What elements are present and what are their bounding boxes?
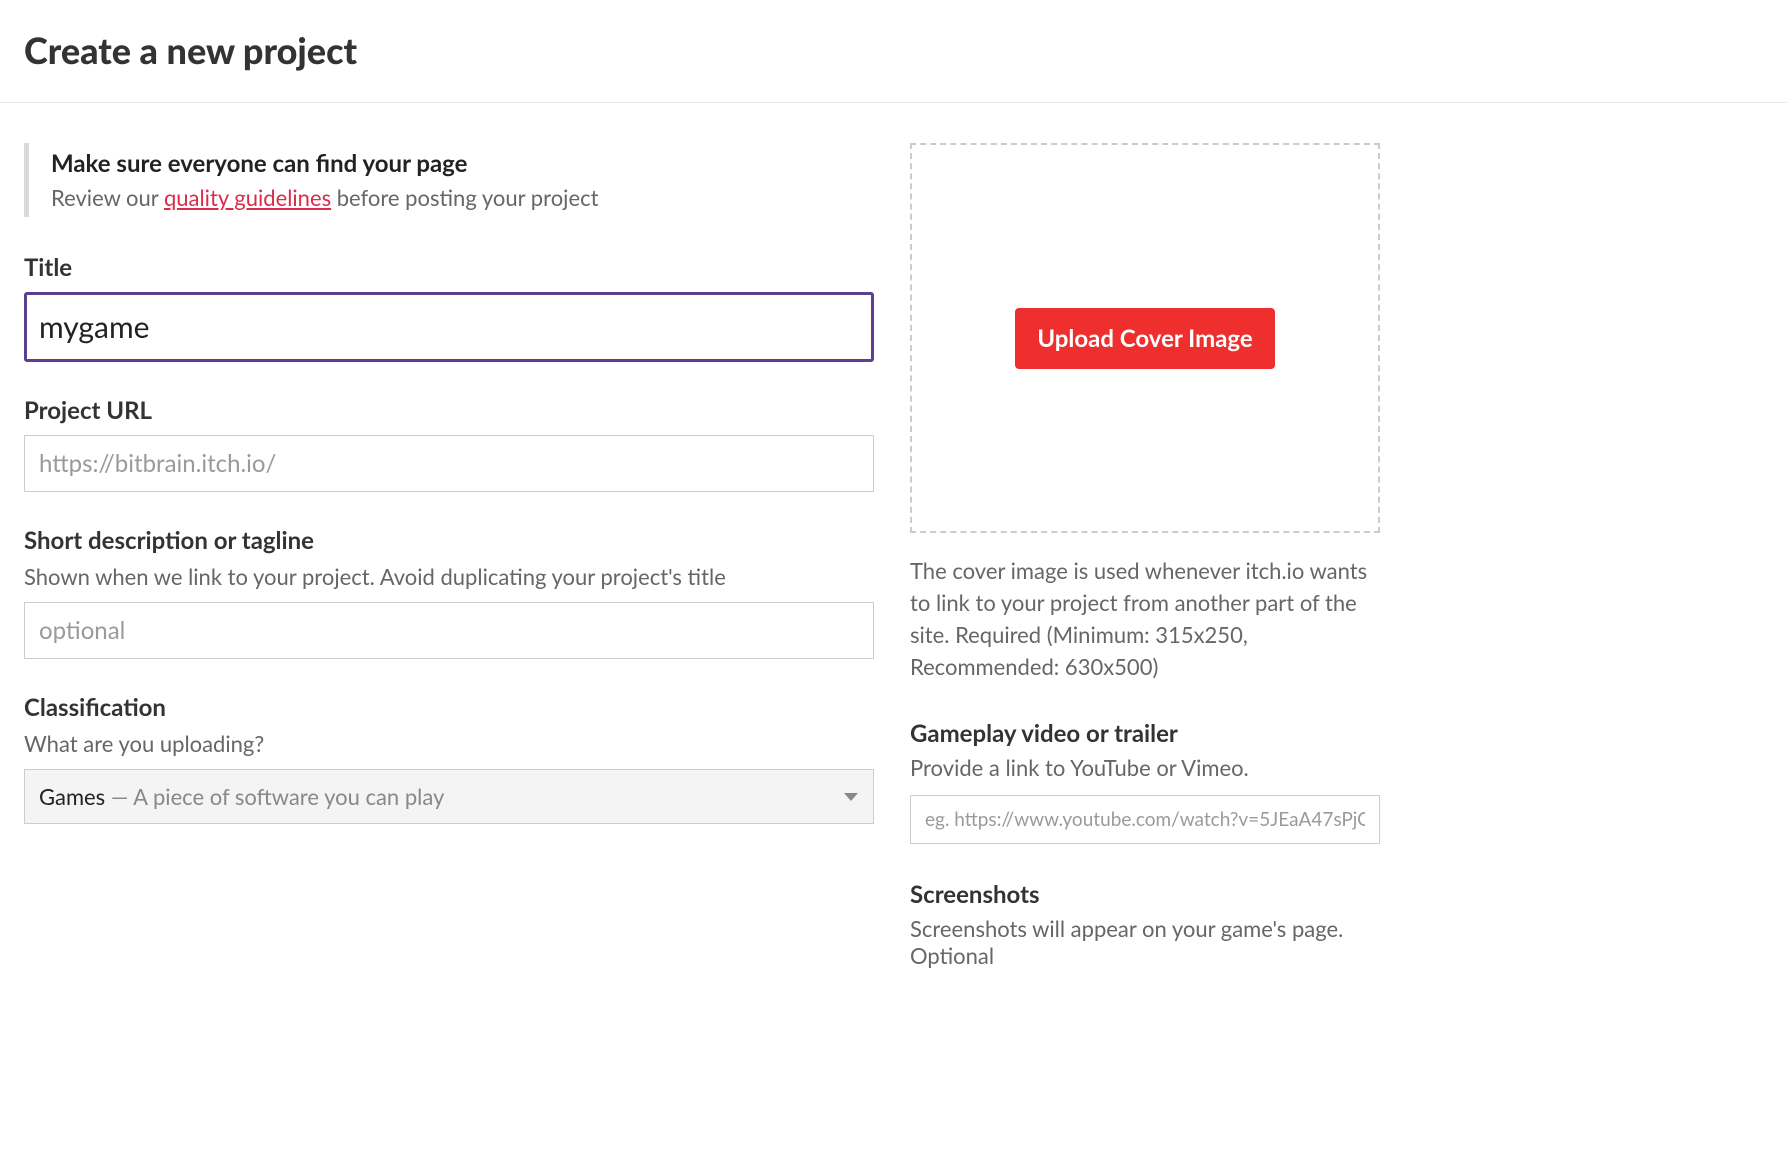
quality-guidelines-link[interactable]: quality guidelines bbox=[164, 184, 331, 211]
notice-text-before: Review our bbox=[51, 184, 164, 211]
upload-cover-button[interactable]: Upload Cover Image bbox=[1015, 308, 1274, 369]
classification-selected-primary: Games bbox=[39, 783, 105, 810]
video-group: Gameplay video or trailer Provide a link… bbox=[910, 719, 1380, 844]
content-area: Make sure everyone can find your page Re… bbox=[0, 103, 1787, 969]
classification-group: Classification What are you uploading? G… bbox=[24, 693, 874, 824]
classification-sub: What are you uploading? bbox=[24, 730, 874, 757]
cover-image-help: The cover image is used whenever itch.io… bbox=[910, 555, 1380, 683]
notice-text-after: before posting your project bbox=[331, 184, 598, 211]
form-column: Make sure everyone can find your page Re… bbox=[24, 143, 874, 969]
page-title: Create a new project bbox=[0, 0, 1787, 102]
classification-display: Games — A piece of software you can play bbox=[24, 769, 874, 824]
screenshots-group: Screenshots Screenshots will appear on y… bbox=[910, 880, 1380, 969]
classification-selected-secondary: — A piece of software you can play bbox=[105, 783, 444, 810]
classification-label: Classification bbox=[24, 693, 874, 722]
screenshots-sub: Screenshots will appear on your game's p… bbox=[910, 915, 1380, 969]
classification-select[interactable]: Games — A piece of software you can play bbox=[24, 769, 874, 824]
title-group: Title bbox=[24, 253, 874, 362]
title-label: Title bbox=[24, 253, 874, 282]
shortdesc-group: Short description or tagline Shown when … bbox=[24, 526, 874, 659]
shortdesc-label: Short description or tagline bbox=[24, 526, 874, 555]
notice-title: Make sure everyone can find your page bbox=[51, 149, 874, 178]
video-label: Gameplay video or trailer bbox=[910, 719, 1380, 748]
url-input[interactable] bbox=[24, 435, 874, 492]
side-column: Upload Cover Image The cover image is us… bbox=[910, 143, 1380, 969]
shortdesc-input[interactable] bbox=[24, 602, 874, 659]
shortdesc-sub: Shown when we link to your project. Avoi… bbox=[24, 563, 874, 590]
cover-image-dropzone[interactable]: Upload Cover Image bbox=[910, 143, 1380, 533]
notice-subtitle: Review our quality guidelines before pos… bbox=[51, 184, 874, 211]
title-input[interactable] bbox=[24, 292, 874, 362]
url-group: Project URL bbox=[24, 396, 874, 492]
video-input[interactable] bbox=[910, 795, 1380, 844]
video-sub: Provide a link to YouTube or Vimeo. bbox=[910, 754, 1380, 781]
url-label: Project URL bbox=[24, 396, 874, 425]
screenshots-label: Screenshots bbox=[910, 880, 1380, 909]
guidelines-notice: Make sure everyone can find your page Re… bbox=[24, 143, 874, 217]
